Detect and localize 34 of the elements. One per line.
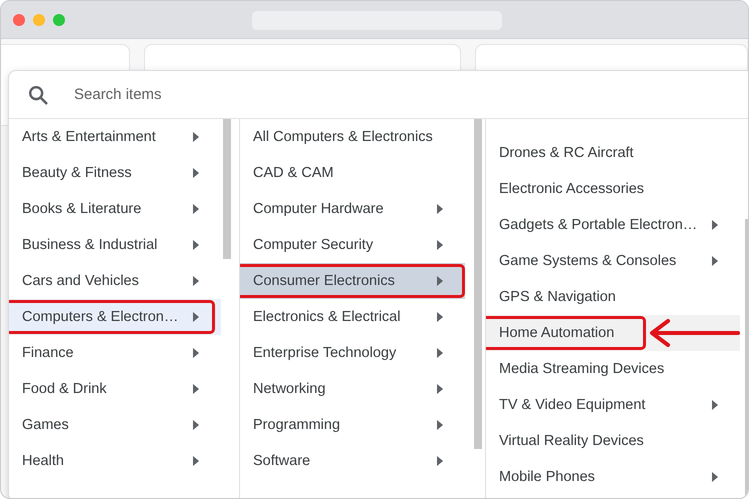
- menu-item[interactable]: Drones & RC Aircraft: [486, 135, 740, 171]
- minimize-window-icon[interactable]: [33, 14, 45, 26]
- menu-item[interactable]: Virtual Reality Devices: [486, 423, 740, 459]
- menu-item[interactable]: Electronics & Electrical: [240, 299, 465, 335]
- menu-item[interactable]: Food & Drink: [9, 371, 221, 407]
- search-icon: [27, 84, 49, 106]
- menu-item[interactable]: Computer Hardware: [240, 191, 465, 227]
- scrollbar[interactable]: [223, 119, 231, 259]
- menu-item[interactable]: Beauty & Fitness: [9, 155, 221, 191]
- menu-item[interactable]: Computer Security: [240, 227, 465, 263]
- menu-item[interactable]: Business & Industrial: [9, 227, 221, 263]
- menu-item[interactable]: Health: [9, 443, 221, 479]
- menu-item[interactable]: Finance: [9, 335, 221, 371]
- menu-item[interactable]: Arts & Entertainment: [9, 119, 221, 155]
- menu-item[interactable]: Gadgets & Portable Electron…: [486, 207, 740, 243]
- menu-item[interactable]: Media Streaming Devices: [486, 351, 740, 387]
- menu-item[interactable]: Cars and Vehicles: [9, 263, 221, 299]
- scrollbar[interactable]: [474, 119, 482, 449]
- menu-item[interactable]: Games: [9, 407, 221, 443]
- menu-item[interactable]: Electronic Accessories: [486, 171, 740, 207]
- menu-item[interactable]: Game Systems & Consoles: [486, 243, 740, 279]
- menu-item[interactable]: All Computers & Electronics: [240, 119, 465, 155]
- search-field[interactable]: Search items: [72, 85, 376, 104]
- menu-item[interactable]: Books & Literature: [9, 191, 221, 227]
- close-window-icon[interactable]: [13, 14, 25, 26]
- zoom-window-icon[interactable]: [53, 14, 65, 26]
- menu-item[interactable]: Mobile Phones: [486, 459, 740, 495]
- menu-item[interactable]: Software: [240, 443, 465, 479]
- menu-item[interactable]: Programming: [240, 407, 465, 443]
- menu-item[interactable]: GPS & Navigation: [486, 279, 740, 315]
- menu-item[interactable]: Enterprise Technology: [240, 335, 465, 371]
- menu-item[interactable]: TV & Video Equipment: [486, 387, 740, 423]
- menu-item[interactable]: Networking: [240, 371, 465, 407]
- menu-item[interactable]: CAD & CAM: [240, 155, 465, 191]
